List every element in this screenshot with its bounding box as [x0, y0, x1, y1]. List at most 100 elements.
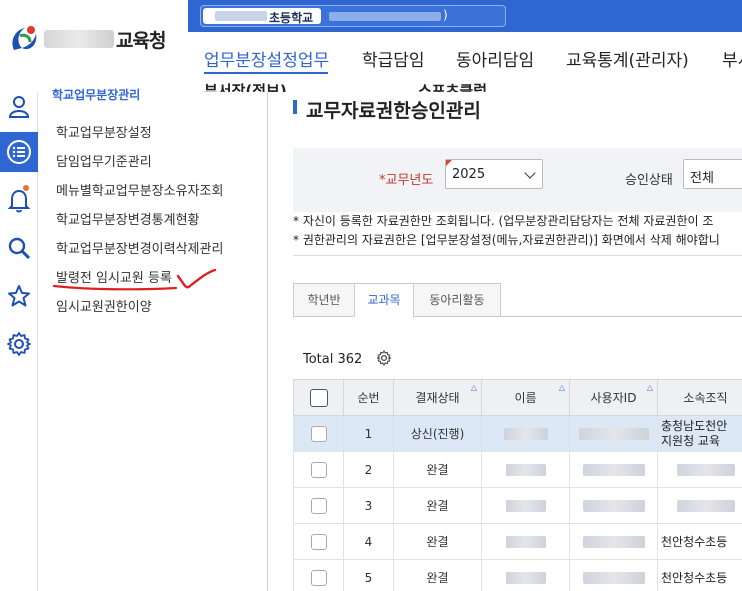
table-row[interactable]: 5 완결 천안청수초등: [293, 559, 742, 591]
submenu-item-change-stats[interactable]: 학교업무분장변경통계현황: [56, 209, 200, 228]
col-status-label: 결재상태: [415, 391, 460, 405]
row-status: 완결: [393, 487, 482, 524]
blurred-org: [676, 500, 735, 512]
row-checkbox[interactable]: [310, 425, 327, 442]
page-title: 교무자료권한승인관리: [306, 100, 481, 122]
side-submenu: 학교업무분장관리 학교업무분장설정 담임업무기준관리 메뉴별학교업무분장소유자조…: [38, 88, 268, 591]
sort-triangle-icon: △: [646, 383, 653, 392]
alert-badge-dot: [23, 185, 29, 191]
row-org-line2: 지원청 교육: [661, 434, 721, 448]
list-icon: [7, 140, 31, 164]
row-org-text: 천안청수초등: [661, 535, 728, 549]
office-logo-icon: [12, 26, 37, 50]
row-org-line1: 충청남도천안: [661, 419, 728, 433]
status-value: 전체: [690, 171, 714, 186]
info-note-1: * 자신이 등록한 자료권한만 조회됩니다. (업무분장관리담당자는 전체 자료…: [293, 214, 714, 228]
blurred-user-id: [582, 536, 645, 548]
row-org: 천안청수초등: [657, 523, 742, 560]
bell-icon: [7, 189, 31, 213]
blurred-name: [505, 536, 546, 548]
row-org-text: 천안청수초등: [661, 571, 728, 585]
table-row[interactable]: 3 완결: [293, 487, 742, 524]
col-org[interactable]: 소속조직: [657, 379, 742, 416]
submenu-item-task-setup[interactable]: 학교업무분장설정: [56, 122, 152, 141]
rail-search-button[interactable]: [0, 228, 38, 268]
select-all-checkbox[interactable]: [309, 388, 328, 407]
nav-department[interactable]: 부서: [722, 46, 742, 71]
search-panel: *교무년도 2025 승인상태 전체: [293, 148, 742, 212]
rail-favorite-button[interactable]: [0, 276, 38, 316]
nav-edu-stats[interactable]: 교육통계(관리자): [566, 46, 689, 71]
submenu-item-menu-owner-lookup[interactable]: 메뉴별학교업무분장소유자조회: [56, 180, 223, 199]
required-marker: [446, 160, 452, 166]
blurred-name: [503, 428, 548, 440]
blurred-user-id: [582, 572, 645, 584]
row-checkbox[interactable]: [310, 533, 327, 550]
blurred-name: [505, 464, 546, 476]
submenu-title: 학교업무분장관리: [52, 88, 141, 102]
global-nav: 업무분장설정업무 학급담임 동아리담임 교육통계(관리자) 부서 부서장(정보)…: [188, 32, 742, 100]
rail-settings-button[interactable]: [0, 324, 38, 364]
blurred-name: [505, 572, 546, 584]
tab-club-activity[interactable]: 동아리활동: [413, 283, 501, 317]
school-pill: 초등학교: [203, 8, 321, 25]
blurred-user-id: [582, 500, 645, 512]
table-header-row: 순번 결재상태 △ 이름 △ 사용자ID △ 소속조직: [293, 379, 742, 416]
rail-alert-button[interactable]: [0, 180, 38, 220]
row-status: 완결: [393, 559, 482, 591]
chevron-down-icon: [524, 167, 536, 179]
blurred-user-id: [582, 464, 645, 476]
nav-task-assignment[interactable]: 업무분장설정업무: [204, 46, 329, 71]
col-user-id[interactable]: 사용자ID △: [569, 379, 658, 416]
year-label: *교무년도: [379, 173, 434, 188]
table-row[interactable]: 1 상신(진행) 충청남도천안 지원청 교육: [293, 415, 742, 452]
school-blurred-name: [215, 11, 267, 21]
row-checkbox[interactable]: [310, 461, 327, 478]
school-selector[interactable]: 초등학교 ): [200, 5, 506, 27]
year-select[interactable]: 2025: [445, 159, 543, 189]
nav-homeroom[interactable]: 학급담임: [362, 46, 425, 71]
row-status: 완결: [393, 451, 482, 488]
school-suffix: ): [443, 8, 448, 22]
blurred-org: [676, 464, 735, 476]
sort-triangle-icon: △: [558, 383, 565, 392]
row-no: 5: [343, 559, 394, 591]
row-no: 2: [343, 451, 394, 488]
rail-list-button[interactable]: [0, 132, 38, 172]
col-user-id-label: 사용자ID: [590, 391, 637, 405]
grid-settings-icon[interactable]: [376, 350, 392, 366]
user-icon: [8, 96, 30, 118]
col-no[interactable]: 순번: [343, 379, 394, 416]
col-name-label: 이름: [514, 391, 537, 405]
info-note-2: * 권한관리의 자료권한은 [업무분장설정(메뉴,자료권한관리)] 화면에서 삭…: [293, 233, 720, 247]
nav-club[interactable]: 동아리담임: [456, 46, 534, 71]
row-no: 3: [343, 487, 394, 524]
gear-icon: [7, 332, 31, 356]
table-row[interactable]: 2 완결: [293, 451, 742, 488]
col-status[interactable]: 결재상태 △: [393, 379, 482, 416]
submenu-item-temp-teacher-transfer[interactable]: 임시교원권한이양: [56, 296, 152, 315]
logo-text: 교육청: [116, 30, 166, 52]
sort-triangle-icon: △: [470, 383, 477, 392]
select-all-cell: [293, 379, 344, 416]
nav-active-underline: [204, 72, 328, 74]
logo-area[interactable]: 교육청: [0, 0, 188, 92]
row-no: 1: [343, 415, 394, 452]
school-name: 초등학교: [269, 11, 314, 25]
col-name[interactable]: 이름 △: [481, 379, 570, 416]
tab-subject[interactable]: 교과목: [354, 283, 414, 317]
submenu-item-history-delete[interactable]: 학교업무분장변경이력삭제관리: [56, 238, 223, 257]
main-content: 교무자료권한승인관리 *교무년도 2025 승인상태 전체 * 자신이 등록한 …: [268, 92, 742, 591]
submenu-item-homeroom-criteria[interactable]: 담임업무기준관리: [56, 151, 152, 170]
total-count: Total 362: [303, 352, 363, 367]
row-checkbox[interactable]: [310, 569, 327, 586]
table-row[interactable]: 4 완결 천안청수초등: [293, 523, 742, 560]
rail-user-button[interactable]: [0, 86, 38, 126]
row-checkbox[interactable]: [310, 497, 327, 514]
star-icon: [8, 285, 30, 307]
tab-grade-class[interactable]: 학년반: [293, 283, 355, 317]
search-icon: [8, 237, 31, 260]
status-select[interactable]: 전체: [683, 159, 742, 189]
title-accent-bar: [293, 100, 297, 114]
section-divider: [293, 255, 742, 256]
